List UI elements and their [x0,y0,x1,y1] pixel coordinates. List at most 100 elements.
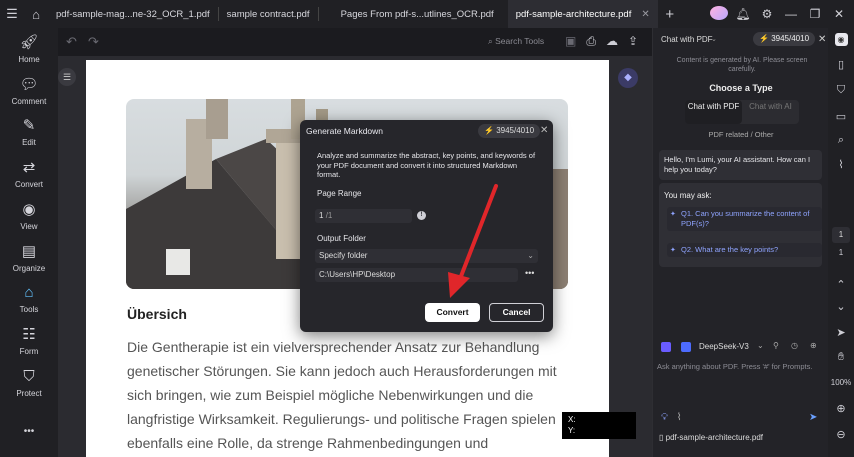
tab-1[interactable]: pdf-sample-mag...ne-32_OCR_1.pdf [48,0,218,28]
tab-4[interactable]: pdf-sample-architecture.pdf ✕ [507,0,658,28]
ai-icon[interactable]: ◉ [828,33,854,46]
page-range-input[interactable]: 1 /1 [315,209,412,223]
restore-icon[interactable]: ❐ [806,7,824,21]
sidebar-item-comment[interactable]: 💬︎ Comment [0,76,58,106]
page-total: /1 [325,211,333,220]
cloud-upload-icon[interactable]: ☁ [606,34,618,49]
deepseek-icon [681,342,691,352]
suggested-question-1[interactable]: ✦ Q1. Can you summarize the content of PD… [667,207,822,231]
search-tools-label: Search Tools [495,36,545,46]
assistant-greeting: Hello, I'm Lumi, your AI assistant. How … [659,150,822,180]
menu-icon[interactable]: ☰ [0,0,24,28]
tab-label: pdf-sample-mag...ne-32_OCR_1.pdf [56,8,210,20]
add-icon[interactable]: ⊕ [810,341,817,350]
organize-icon: ▤ [21,243,37,260]
sidebar-item-label: Tools [19,305,39,314]
zoom-level[interactable]: 100% [828,378,854,387]
cursor-icon[interactable]: ➤ [828,326,854,339]
bell-icon[interactable]: 🔔︎ [734,7,752,21]
more-button[interactable]: ••• [0,426,58,437]
chevron-down-icon[interactable]: ⌄ [757,341,764,350]
comment-icon[interactable]: ▭ [828,110,854,123]
model-select[interactable]: DeepSeek-V3 [699,342,749,351]
current-page[interactable]: 1 [832,227,850,243]
toolbar-icons: ▣ ⎙ ☁ ⇪ [565,34,638,49]
sidebar-item-tools[interactable]: ⌂ Tools [0,284,58,314]
history-icon[interactable]: ◷ [791,341,798,350]
sidebar-item-view[interactable]: ◉ View [0,201,58,231]
chat-credits-badge: ⚡ 3945/4010 [753,32,816,46]
sidebar-item-home[interactable]: 🚀︎ Home [0,34,58,64]
lightbulb-icon[interactable]: 💡︎ [661,412,668,423]
bookmark-icon[interactable]: ⛉ [828,84,854,97]
chat-mode-select[interactable]: Chat with PDF [661,35,713,44]
undo-icon[interactable]: ↶ [66,34,77,50]
lightning-icon: ⚡ [484,126,494,135]
tab-chat-with-ai[interactable]: Chat with AI [742,100,799,124]
convert-button[interactable]: Convert [425,303,480,322]
credits-value: 3945/4010 [496,126,535,135]
chevron-down-icon[interactable]: ⌄ [828,300,854,313]
new-tab-icon[interactable]: + [658,0,682,28]
sidebar-item-label: Protect [16,389,42,398]
ai-assistant-icon[interactable]: ◆ [618,68,638,88]
sidebar-item-organize[interactable]: ▤ Organize [0,243,58,273]
tab-2[interactable]: sample contract.pdf [219,0,318,28]
sidebar-item-label: Convert [14,180,43,189]
tab-label: sample contract.pdf [226,8,310,20]
file-name: pdf-sample-architecture.pdf [665,433,764,442]
attachment-icon[interactable]: ⌇ [828,158,854,171]
browse-icon[interactable]: ••• [525,268,534,278]
credits-badge: ⚡ 3945/4010 [478,124,541,138]
search-icon[interactable]: ⌕ [828,134,854,147]
thumbnails-icon[interactable]: ▯ [828,58,854,71]
suggested-question-2[interactable]: ✦ Q2. What are the key points? [667,243,822,257]
folder-option: Specify folder [319,251,368,260]
window-controls: 🔔︎ ⚙ — ❐ ✕ [710,0,854,28]
chevron-down-icon: ⌄ [527,251,534,260]
redo-icon[interactable]: ↷ [88,34,99,50]
search-tools[interactable]: ⌕ Search Tools [488,36,544,47]
chevron-down-icon[interactable]: ⌄ [711,35,717,43]
dialog-title: Generate Markdown [306,126,384,136]
send-icon[interactable]: ➤ [809,412,817,423]
filter-icon[interactable]: ⚲ [773,341,779,350]
share-icon[interactable]: ⇪ [628,34,638,49]
tab-chat-with-pdf[interactable]: Chat with PDF [685,100,742,124]
sidebar-item-protect[interactable]: ⛉ Protect [0,368,58,398]
close-icon[interactable]: ✕ [540,125,548,136]
gear-icon[interactable]: ⚙ [758,7,776,21]
minimize-icon[interactable]: — [782,7,800,21]
sidebar-item-edit[interactable]: ✎ Edit [0,117,58,147]
avatar[interactable] [710,5,728,23]
zoom-out-icon[interactable]: ⊖ [828,428,854,441]
ai-model-icon[interactable] [661,342,671,352]
ai-notice: Content is generated by AI. Please scree… [676,57,808,73]
attached-file[interactable]: ▯ pdf-sample-architecture.pdf [659,433,763,442]
tab-3[interactable]: Pages From pdf-s...utlines_OCR.pdf [319,0,502,28]
sparkle-icon: ✦ [670,211,676,218]
filter-icon[interactable]: ☰ [58,68,76,86]
coordinate-readout: X: Y: [562,412,636,439]
chat-input[interactable]: Ask anything about PDF. Press '#' for Pr… [657,362,812,371]
close-window-icon[interactable]: ✕ [830,7,848,21]
print-icon[interactable]: ⎙ [586,34,596,49]
info-icon[interactable]: ! [417,211,426,220]
zoom-in-icon[interactable]: ⊕ [828,402,854,415]
hand-icon[interactable]: ✋︎ [828,351,854,364]
save-icon[interactable]: ▣ [565,34,576,49]
home-icon[interactable]: ⌂ [24,0,48,28]
x-label: X: [568,415,576,424]
cancel-button[interactable]: Cancel [489,303,544,322]
attach-icon[interactable]: ⌇ [677,412,682,423]
close-tab-icon[interactable]: ✕ [641,9,649,20]
sidebar-item-convert[interactable]: ⇄ Convert [0,159,58,189]
sidebar-item-form[interactable]: ☷ Form [0,326,58,356]
close-icon[interactable]: ✕ [818,34,826,45]
convert-icon: ⇄ [22,159,36,176]
chevron-up-icon[interactable]: ⌃ [828,278,854,291]
total-pages: 1 [838,248,844,257]
chat-credits-value: 3945/4010 [771,34,810,43]
sparkle-icon: ✦ [670,247,676,254]
left-sidebar: 🚀︎ Home 💬︎ Comment ✎ Edit ⇄ Convert ◉ View ▤ O… [0,28,58,457]
